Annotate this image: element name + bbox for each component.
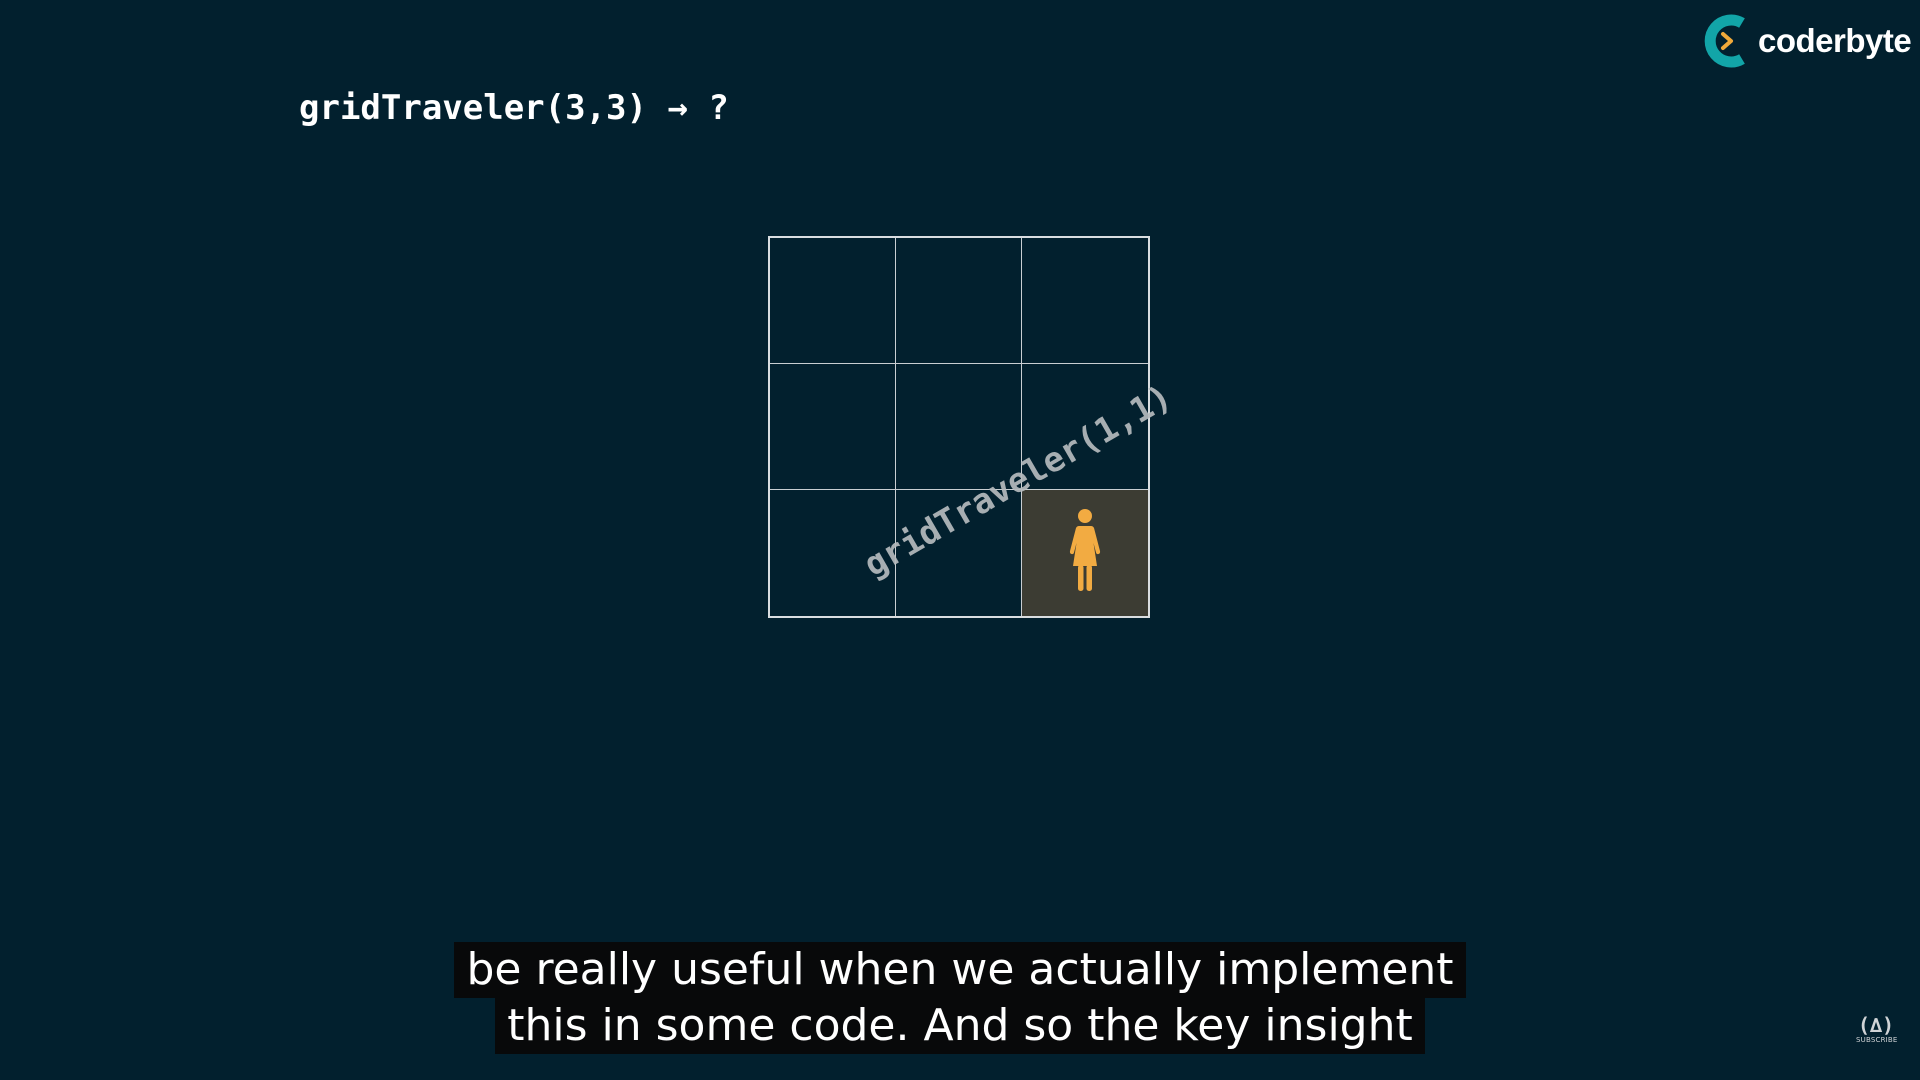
subscribe-watermark[interactable]: (∆) SUBSCRIBE (1856, 1013, 1898, 1044)
video-frame: coderbyte gridTraveler(3,3) → ? gridTrav… (0, 0, 1920, 1080)
grid-cell (770, 238, 896, 364)
subtitle-caption: be really useful when we actually implem… (0, 942, 1920, 1054)
subtitle-line: this in some code. And so the key insigh… (495, 998, 1425, 1054)
coderbyte-logo[interactable]: coderbyte (1702, 14, 1912, 68)
grid-cell (770, 364, 896, 490)
coderbyte-logo-icon (1702, 14, 1752, 68)
grid-cell (896, 238, 1022, 364)
woman-figure-icon (1065, 508, 1105, 598)
subscribe-caption: SUBSCRIBE (1856, 1036, 1898, 1044)
page-title: gridTraveler(3,3) → ? (299, 88, 729, 128)
grid-cell-active (1022, 490, 1148, 616)
coderbyte-logo-text: coderbyte (1758, 22, 1912, 59)
freecodecamp-fire-icon: (∆) (1857, 1013, 1895, 1037)
grid-cell (1022, 238, 1148, 364)
subtitle-line: be really useful when we actually implem… (454, 942, 1466, 998)
